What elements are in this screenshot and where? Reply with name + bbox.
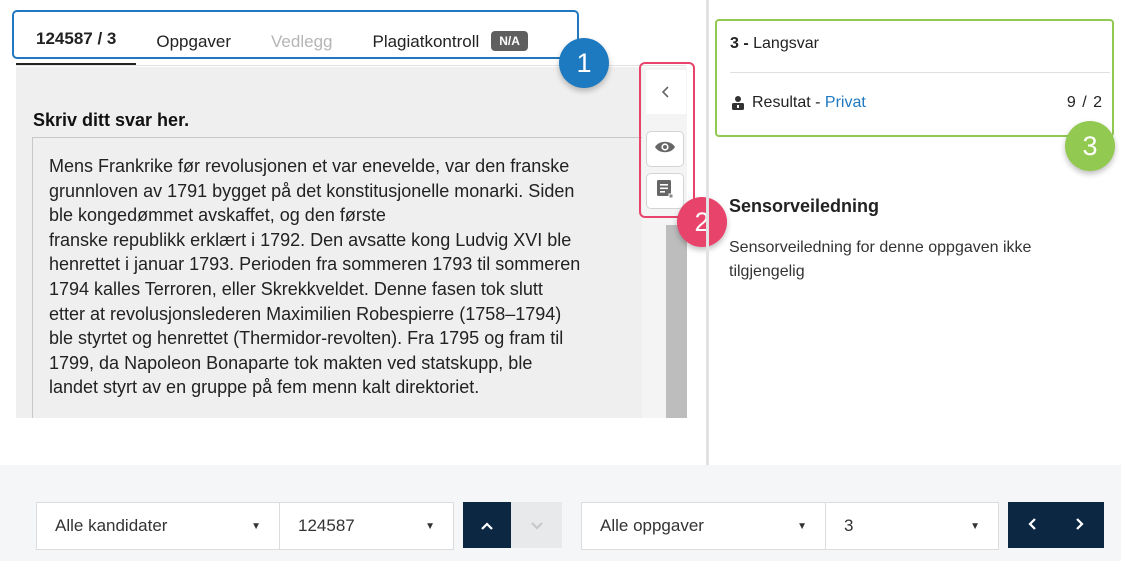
eye-icon	[654, 140, 676, 159]
tab-candidate[interactable]: 124587 / 3	[16, 29, 137, 66]
task-filter-value: Alle oppgaver	[600, 516, 704, 535]
tab-tasks[interactable]: Oppgaver	[136, 32, 251, 66]
tab-bar: 124587 / 3 Oppgaver Vedlegg Plagiatkontr…	[16, 18, 548, 66]
answer-scrollbar[interactable]	[666, 225, 687, 418]
answer-area: Skriv ditt svar her. Mens Frankrike før …	[16, 67, 642, 418]
candidate-filter-select[interactable]: Alle kandidater ▼	[36, 502, 280, 550]
chevron-up-icon	[481, 517, 493, 533]
next-candidate-button[interactable]	[511, 502, 562, 548]
task-number-value: 3	[844, 516, 854, 535]
tab-attachments: Vedlegg	[271, 32, 333, 51]
callout-marker-3: 3	[1065, 121, 1115, 171]
callout-marker-2: 2	[677, 197, 727, 247]
chevron-left-icon	[661, 82, 671, 103]
answer-textbox[interactable]: Mens Frankrike før revolusjonen et var e…	[32, 137, 642, 418]
chevron-left-icon	[1028, 517, 1036, 533]
tab-plagiarism-label: Plagiatkontroll	[372, 32, 480, 51]
answer-title: Skriv ditt svar her.	[33, 110, 190, 130]
candidate-id-value: 124587	[298, 516, 355, 535]
collapse-button[interactable]	[646, 70, 686, 114]
bottom-navigation-bar: Alle kandidater ▼ 124587 ▼ Alle oppgaver…	[0, 465, 1121, 561]
task-score: 9 / 2	[1066, 94, 1103, 111]
result-label: Resultat -	[752, 94, 821, 111]
candidate-filter-value: Alle kandidater	[55, 516, 168, 535]
guide-text: Sensorveiledning for denne oppgaven ikke…	[729, 239, 1032, 280]
caret-down-icon: ▼	[251, 520, 261, 532]
result-row: Resultat - Privat 9 / 2	[730, 94, 1103, 112]
chevron-right-icon	[1076, 517, 1084, 533]
guide-title: Sensorveiledning	[729, 196, 880, 216]
candidate-id-select[interactable]: 124587 ▼	[279, 502, 454, 550]
plagiarism-status-badge: N/A	[491, 31, 528, 51]
task-number: 3 -	[730, 35, 749, 52]
task-filter-select[interactable]: Alle oppgaver ▼	[581, 502, 826, 550]
tab-plagiarism[interactable]: Plagiatkontroll N/A	[352, 31, 547, 66]
previous-task-button[interactable]	[1008, 502, 1056, 548]
previous-candidate-button[interactable]	[463, 502, 511, 548]
notes-icon	[656, 179, 674, 204]
callout-marker-1: 1	[559, 38, 609, 88]
next-task-button[interactable]	[1056, 502, 1104, 548]
task-number-select[interactable]: 3 ▼	[825, 502, 999, 550]
caret-down-icon: ▼	[425, 520, 435, 532]
preview-button[interactable]	[646, 131, 684, 167]
panel-divider[interactable]	[706, 0, 709, 465]
task-name: Langsvar	[753, 35, 819, 52]
notes-button[interactable]	[646, 173, 684, 209]
task-info-card: 3 - Langsvar Resultat - Privat 9 / 2	[715, 19, 1114, 137]
task-title: 3 - Langsvar	[730, 35, 819, 53]
privacy-link[interactable]: Privat	[825, 94, 866, 112]
caret-down-icon: ▼	[970, 520, 980, 532]
lock-user-icon	[730, 95, 746, 111]
caret-down-icon: ▼	[797, 520, 807, 532]
task-separator	[730, 72, 1110, 73]
answer-text: Mens Frankrike før revolusjonen et var e…	[49, 156, 581, 398]
chevron-down-icon	[530, 517, 543, 533]
